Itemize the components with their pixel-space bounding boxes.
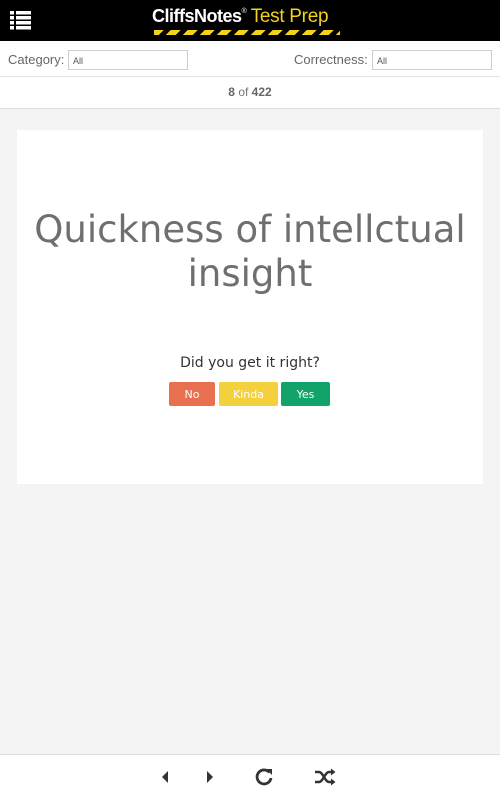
flashcard-term: Quickness of intellctual insight (34, 208, 466, 295)
flashcard[interactable]: Quickness of intellctual insight Did you… (17, 130, 483, 484)
yes-button[interactable]: Yes (281, 382, 330, 406)
kinda-button[interactable]: Kinda (219, 382, 278, 406)
logo-registered-mark: ® (241, 8, 247, 15)
menu-icon[interactable] (10, 11, 31, 30)
category-select[interactable]: All (68, 50, 188, 70)
no-button[interactable]: No (169, 382, 215, 406)
category-label: Category: (8, 52, 65, 67)
app-header: CliffsNotes® Test Prep (0, 0, 500, 41)
correctness-label: Correctness: (294, 52, 368, 67)
bottom-nav (0, 754, 500, 800)
correctness-select[interactable]: All (372, 50, 492, 70)
app-logo: CliffsNotes® Test Prep (152, 6, 340, 36)
card-counter: 8 of 422 (0, 77, 500, 109)
self-assess-prompt: Did you get it right? (180, 355, 320, 371)
counter-current: 8 (228, 85, 235, 99)
logo-brand: CliffsNotes (152, 6, 242, 26)
reload-icon[interactable] (254, 767, 274, 792)
counter-total: 422 (251, 85, 272, 99)
shuffle-icon[interactable] (314, 768, 336, 791)
counter-of: of (238, 85, 249, 99)
logo-product: Test Prep (250, 6, 329, 27)
prev-icon[interactable] (160, 770, 170, 789)
next-icon[interactable] (205, 770, 215, 789)
filter-bar: Category: All Correctness: All (0, 41, 500, 77)
logo-stripe (154, 30, 340, 35)
